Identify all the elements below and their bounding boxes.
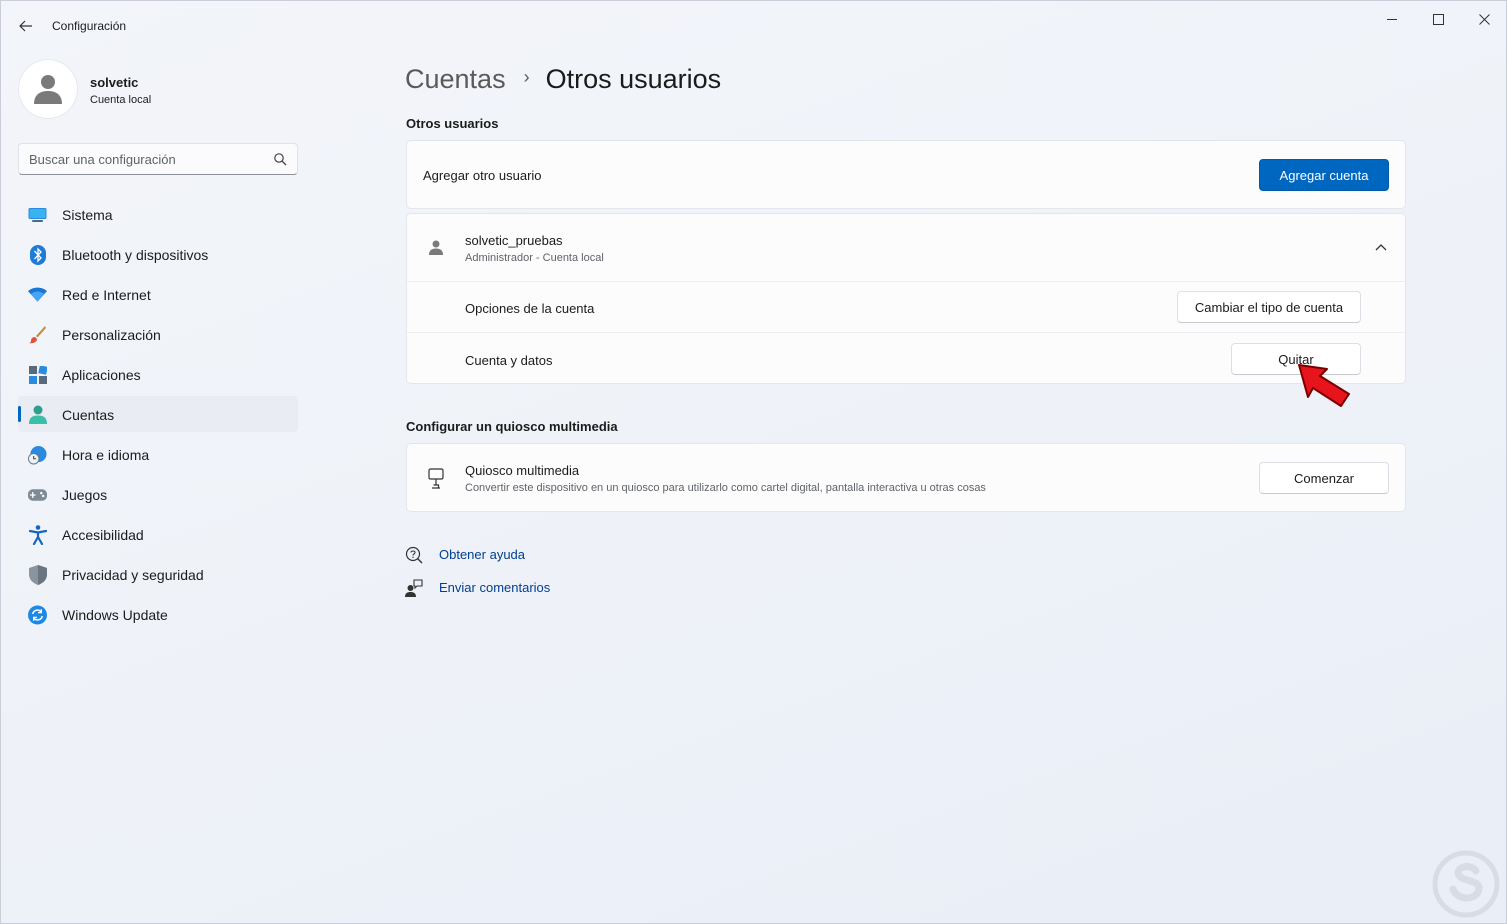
hand-pointer-icon	[1298, 364, 1350, 407]
app-title: Configuración	[52, 19, 127, 33]
person-icon	[429, 240, 443, 255]
user-card: solvetic_pruebas Administrador - Cuenta …	[406, 213, 1406, 384]
close-icon	[1478, 13, 1490, 25]
maximize-button[interactable]	[1415, 5, 1461, 33]
search-icon[interactable]	[273, 152, 287, 166]
add-user-card: Agregar otro usuario Agregar cuenta	[406, 140, 1406, 209]
start-kiosk-button[interactable]: Comenzar	[1259, 462, 1389, 494]
title-bar: Configuración	[1, 1, 1506, 49]
sidebar-item-cuentas[interactable]: Cuentas	[18, 396, 298, 432]
sidebar-item-label: Sistema	[62, 207, 113, 223]
user-role: Administrador - Cuenta local	[465, 252, 604, 264]
gamepad-icon	[28, 485, 47, 504]
sidebar-nav: Sistema Bluetooth y dispositivos Red e I…	[18, 196, 298, 636]
person-icon	[34, 75, 62, 104]
change-account-type-button[interactable]: Cambiar el tipo de cuenta	[1177, 291, 1361, 323]
brush-icon	[28, 325, 47, 344]
account-options-label: Opciones de la cuenta	[465, 301, 595, 316]
sidebar-item-label: Windows Update	[62, 607, 168, 623]
sidebar-item-bluetooth[interactable]: Bluetooth y dispositivos	[18, 236, 298, 272]
wifi-icon	[28, 285, 47, 304]
monitor-icon	[28, 205, 47, 224]
sidebar-item-label: Red e Internet	[62, 287, 151, 303]
send-feedback-link[interactable]: Enviar comentarios	[439, 580, 550, 595]
sync-icon	[28, 605, 47, 624]
settings-window: Configuración solvetic Cuenta local Busc…	[0, 0, 1507, 924]
divider	[407, 332, 1405, 333]
sidebar-item-hora[interactable]: Hora e idioma	[18, 436, 298, 472]
sidebar-item-privacidad[interactable]: Privacidad y seguridad	[18, 556, 298, 592]
help-icon	[405, 546, 423, 564]
kiosk-card: Quiosco multimedia Convertir este dispos…	[406, 443, 1406, 512]
profile-account-type: Cuenta local	[90, 94, 152, 106]
maximize-icon	[1432, 13, 1444, 25]
divider	[407, 281, 1405, 282]
minimize-icon	[1386, 18, 1397, 20]
kiosk-title: Quiosco multimedia	[465, 463, 580, 478]
sidebar-item-sistema[interactable]: Sistema	[18, 196, 298, 232]
feedback-icon	[405, 579, 423, 597]
sidebar-item-personalizacion[interactable]: Personalización	[18, 316, 298, 352]
sidebar-item-windows-update[interactable]: Windows Update	[18, 596, 298, 632]
sidebar-item-label: Personalización	[62, 327, 161, 343]
kiosk-section-title: Configurar un quiosco multimedia	[406, 419, 618, 434]
minimize-button[interactable]	[1369, 5, 1415, 33]
add-account-button[interactable]: Agregar cuenta	[1259, 159, 1389, 191]
kiosk-description: Convertir este dispositivo en un quiosco…	[465, 482, 986, 494]
sidebar-item-label: Privacidad y seguridad	[62, 567, 204, 583]
person-icon	[28, 405, 47, 424]
avatar	[18, 59, 78, 119]
close-button[interactable]	[1461, 5, 1506, 33]
account-data-label: Cuenta y datos	[465, 353, 553, 368]
breadcrumb: Cuentas › Otros usuarios	[405, 59, 721, 99]
user-profile[interactable]: solvetic Cuenta local	[18, 59, 298, 119]
breadcrumb-parent[interactable]: Cuentas	[405, 64, 506, 95]
sidebar-item-juegos[interactable]: Juegos	[18, 476, 298, 512]
sidebar-item-red[interactable]: Red e Internet	[18, 276, 298, 312]
add-user-label: Agregar otro usuario	[423, 168, 542, 183]
sidebar-item-label: Juegos	[62, 487, 108, 503]
user-name: solvetic_pruebas	[465, 233, 563, 248]
sidebar-item-label: Aplicaciones	[62, 367, 141, 383]
other-users-section-title: Otros usuarios	[406, 116, 499, 131]
profile-name: solvetic	[90, 75, 139, 90]
user-card-header[interactable]: solvetic_pruebas Administrador - Cuenta …	[407, 214, 1405, 281]
sidebar-item-label: Bluetooth y dispositivos	[62, 247, 209, 263]
bluetooth-icon	[28, 244, 47, 265]
chevron-up-icon[interactable]	[1375, 243, 1387, 251]
search-box[interactable]	[18, 143, 298, 175]
get-help-link[interactable]: Obtener ayuda	[439, 547, 525, 562]
sidebar-item-label: Accesibilidad	[62, 527, 144, 543]
sidebar-item-accesibilidad[interactable]: Accesibilidad	[18, 516, 298, 552]
page-title: Otros usuarios	[545, 63, 722, 94]
clock-globe-icon	[28, 445, 47, 464]
breadcrumb-separator: ›	[523, 66, 530, 87]
apps-icon	[28, 365, 47, 384]
back-button[interactable]	[13, 13, 39, 39]
search-input[interactable]	[29, 151, 259, 167]
watermark-logo	[1432, 850, 1500, 918]
kiosk-icon	[428, 468, 444, 489]
sidebar-item-aplicaciones[interactable]: Aplicaciones	[18, 356, 298, 392]
accessibility-icon	[28, 524, 47, 545]
sidebar-item-label: Hora e idioma	[62, 447, 150, 463]
sidebar-item-label: Cuentas	[62, 407, 115, 423]
arrow-left-icon	[19, 20, 32, 32]
shield-icon	[28, 564, 47, 585]
